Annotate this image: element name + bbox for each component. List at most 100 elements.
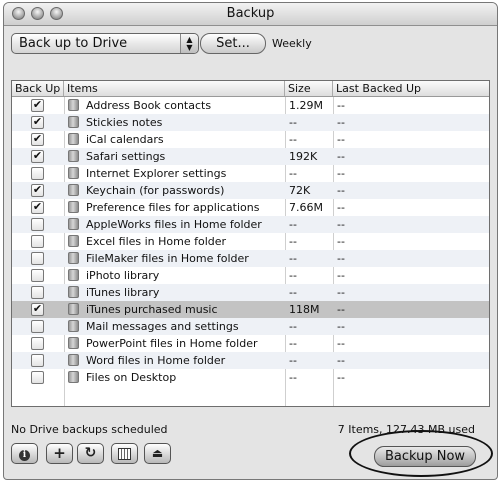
checkmark-icon: ✔ [32,149,43,162]
backup-checkbox[interactable]: ✔ [31,184,44,197]
info-icon: i [19,450,30,461]
table-row[interactable]: Word files in Home folder -- -- [12,352,489,369]
item-package-icon [68,252,79,264]
item-last-backed-up: -- [337,303,345,316]
backup-items-table[interactable]: Back Up Items Size Last Backed Up ✔ Addre… [11,80,490,407]
item-package-icon [68,116,79,128]
header-last-backed-up[interactable]: Last Backed Up [333,81,489,96]
item-last-backed-up: -- [337,201,345,214]
item-size: -- [289,320,297,333]
table-row[interactable]: FileMaker files in Home folder -- -- [12,250,489,267]
backup-checkbox[interactable]: ✔ [31,116,44,129]
window-title: Backup [226,6,275,21]
backup-checkbox[interactable] [31,218,44,231]
info-button[interactable]: i [11,443,38,464]
backup-checkbox[interactable] [31,320,44,333]
table-row[interactable]: AppleWorks files in Home folder -- -- [12,216,489,233]
backup-checkbox[interactable]: ✔ [31,150,44,163]
refresh-icon: ↻ [84,445,97,461]
item-package-icon [68,150,79,162]
item-name: Safari settings [86,150,166,163]
table-row[interactable]: ✔ Safari settings 192K -- [12,148,489,165]
item-package-icon [68,218,79,230]
item-last-backed-up: -- [337,320,345,333]
item-name: Keychain (for passwords) [86,184,225,197]
table-row[interactable]: Files on Desktop -- -- [12,369,489,386]
item-package-icon [68,371,79,383]
item-name: iTunes library [86,286,160,299]
item-name: Excel files in Home folder [86,235,227,248]
backup-checkbox[interactable]: ✔ [31,303,44,316]
item-name: PowerPoint files in Home folder [86,337,258,350]
backup-checkbox[interactable] [31,286,44,299]
table-body: ✔ Address Book contacts 1.29M -- ✔ Stickies n… [12,97,489,386]
eject-button[interactable]: ⏏ [144,443,171,464]
set-button[interactable]: Set... [200,33,266,54]
backup-checkbox[interactable] [31,371,44,384]
item-size: -- [289,354,297,367]
item-last-backed-up: -- [337,269,345,282]
item-size: -- [289,252,297,265]
item-package-icon [68,286,79,298]
table-header: Back Up Items Size Last Backed Up [12,81,489,97]
header-backup[interactable]: Back Up [12,81,64,96]
backup-checkbox[interactable]: ✔ [31,201,44,214]
schedule-text: Weekly [272,37,312,50]
table-row[interactable]: Internet Explorer settings -- -- [12,165,489,182]
refresh-button[interactable]: ↻ [77,443,104,464]
table-row[interactable]: ✔ Stickies notes -- -- [12,114,489,131]
item-package-icon [68,184,79,196]
table-row[interactable]: PowerPoint files in Home folder -- -- [12,335,489,352]
popup-arrows-icon: ▲ ▼ [180,34,198,53]
item-last-backed-up: -- [337,99,345,112]
destination-value: Back up to Drive [19,36,128,51]
item-last-backed-up: -- [337,286,345,299]
item-last-backed-up: -- [337,337,345,350]
item-last-backed-up: -- [337,218,345,231]
item-size: 72K [289,184,311,197]
item-name: Stickies notes [86,116,163,129]
destination-popup[interactable]: Back up to Drive ▲ ▼ [11,33,199,54]
item-name: AppleWorks files in Home folder [86,218,262,231]
checkmark-icon: ✔ [32,115,43,128]
title-bar: Backup [4,3,497,26]
backup-checkbox[interactable] [31,269,44,282]
item-package-icon [68,235,79,247]
table-row[interactable]: ✔ Keychain (for passwords) 72K -- [12,182,489,199]
table-row[interactable]: ✔ iTunes purchased music 118M -- [12,301,489,318]
item-package-icon [68,167,79,179]
table-row[interactable]: ✔ Address Book contacts 1.29M -- [12,97,489,114]
plus-icon: + [53,444,66,462]
item-last-backed-up: -- [337,235,345,248]
table-row[interactable]: Mail messages and settings -- -- [12,318,489,335]
header-items[interactable]: Items [64,81,285,96]
calendar-button[interactable] [111,443,138,464]
backup-now-button[interactable]: Backup Now [374,446,476,467]
item-name: iCal calendars [86,133,164,146]
table-row[interactable]: ✔ Preference files for applications 7.66M -… [12,199,489,216]
checkmark-icon: ✔ [32,98,43,111]
item-name: FileMaker files in Home folder [86,252,249,265]
item-name: Preference files for applications [86,201,260,214]
item-size: 192K [289,150,318,163]
item-size: -- [289,269,297,282]
backup-checkbox[interactable] [31,252,44,265]
item-last-backed-up: -- [337,167,345,180]
item-size: -- [289,235,297,248]
item-size: 1.29M [289,99,323,112]
table-row[interactable]: iPhoto library -- -- [12,267,489,284]
item-size: -- [289,337,297,350]
backup-checkbox[interactable] [31,354,44,367]
backup-checkbox[interactable]: ✔ [31,133,44,146]
backup-checkbox[interactable]: ✔ [31,99,44,112]
backup-checkbox[interactable] [31,235,44,248]
item-package-icon [68,303,79,315]
backup-checkbox[interactable] [31,337,44,350]
header-size[interactable]: Size [285,81,333,96]
table-row[interactable]: iTunes library -- -- [12,284,489,301]
backup-checkbox[interactable] [31,167,44,180]
item-name: iPhoto library [86,269,160,282]
add-button[interactable]: + [46,443,73,464]
table-row[interactable]: Excel files in Home folder -- -- [12,233,489,250]
table-row[interactable]: ✔ iCal calendars -- -- [12,131,489,148]
